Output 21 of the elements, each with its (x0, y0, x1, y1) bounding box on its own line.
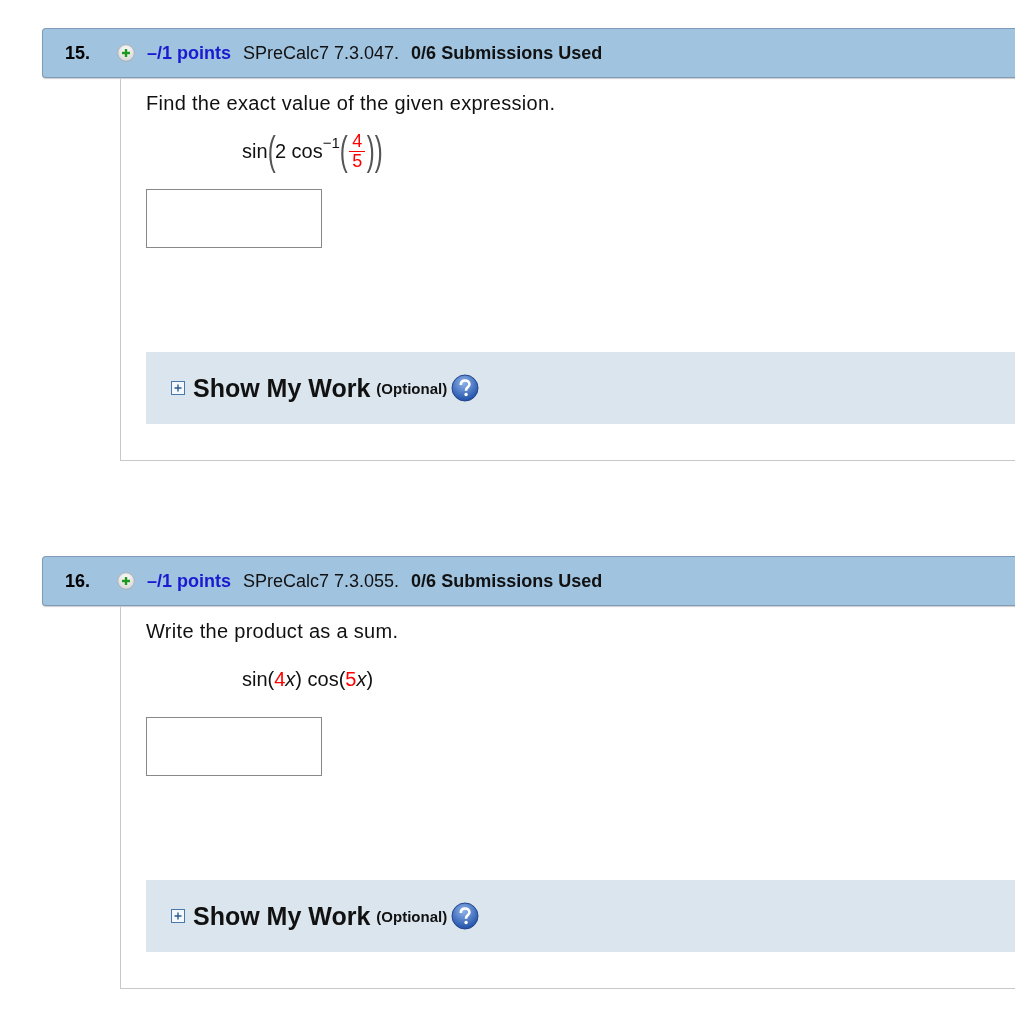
question-prompt: Write the product as a sum. (146, 620, 400, 643)
question-number: 16. (64, 570, 92, 592)
plus-box-icon (171, 381, 185, 395)
problem-source: SPreCalc7 7.3.055. (243, 570, 400, 592)
answer-field[interactable] (146, 189, 322, 248)
submissions-count: 0/6 Submissions Used (411, 570, 603, 592)
plus-icon[interactable] (117, 44, 135, 62)
answer-field[interactable] (146, 717, 322, 776)
submissions-count: 0/6 Submissions Used (411, 42, 603, 64)
plus-box-icon (171, 909, 185, 923)
show-work-toggle[interactable]: Show My Work (Optional) (171, 373, 448, 403)
help-icon[interactable] (451, 374, 480, 402)
points-link[interactable]: –/1 points (147, 570, 231, 592)
math-expression: sin(4x) cos(5x) (242, 666, 374, 692)
points-link[interactable]: –/1 points (147, 42, 231, 64)
question-prompt: Find the exact value of the given expression. (146, 92, 557, 115)
plus-icon[interactable] (117, 572, 135, 590)
question-number: 15. (64, 42, 92, 64)
problem-source: SPreCalc7 7.3.047. (243, 42, 400, 64)
help-icon[interactable] (451, 902, 480, 930)
show-work-toggle[interactable]: Show My Work (Optional) (171, 901, 448, 931)
